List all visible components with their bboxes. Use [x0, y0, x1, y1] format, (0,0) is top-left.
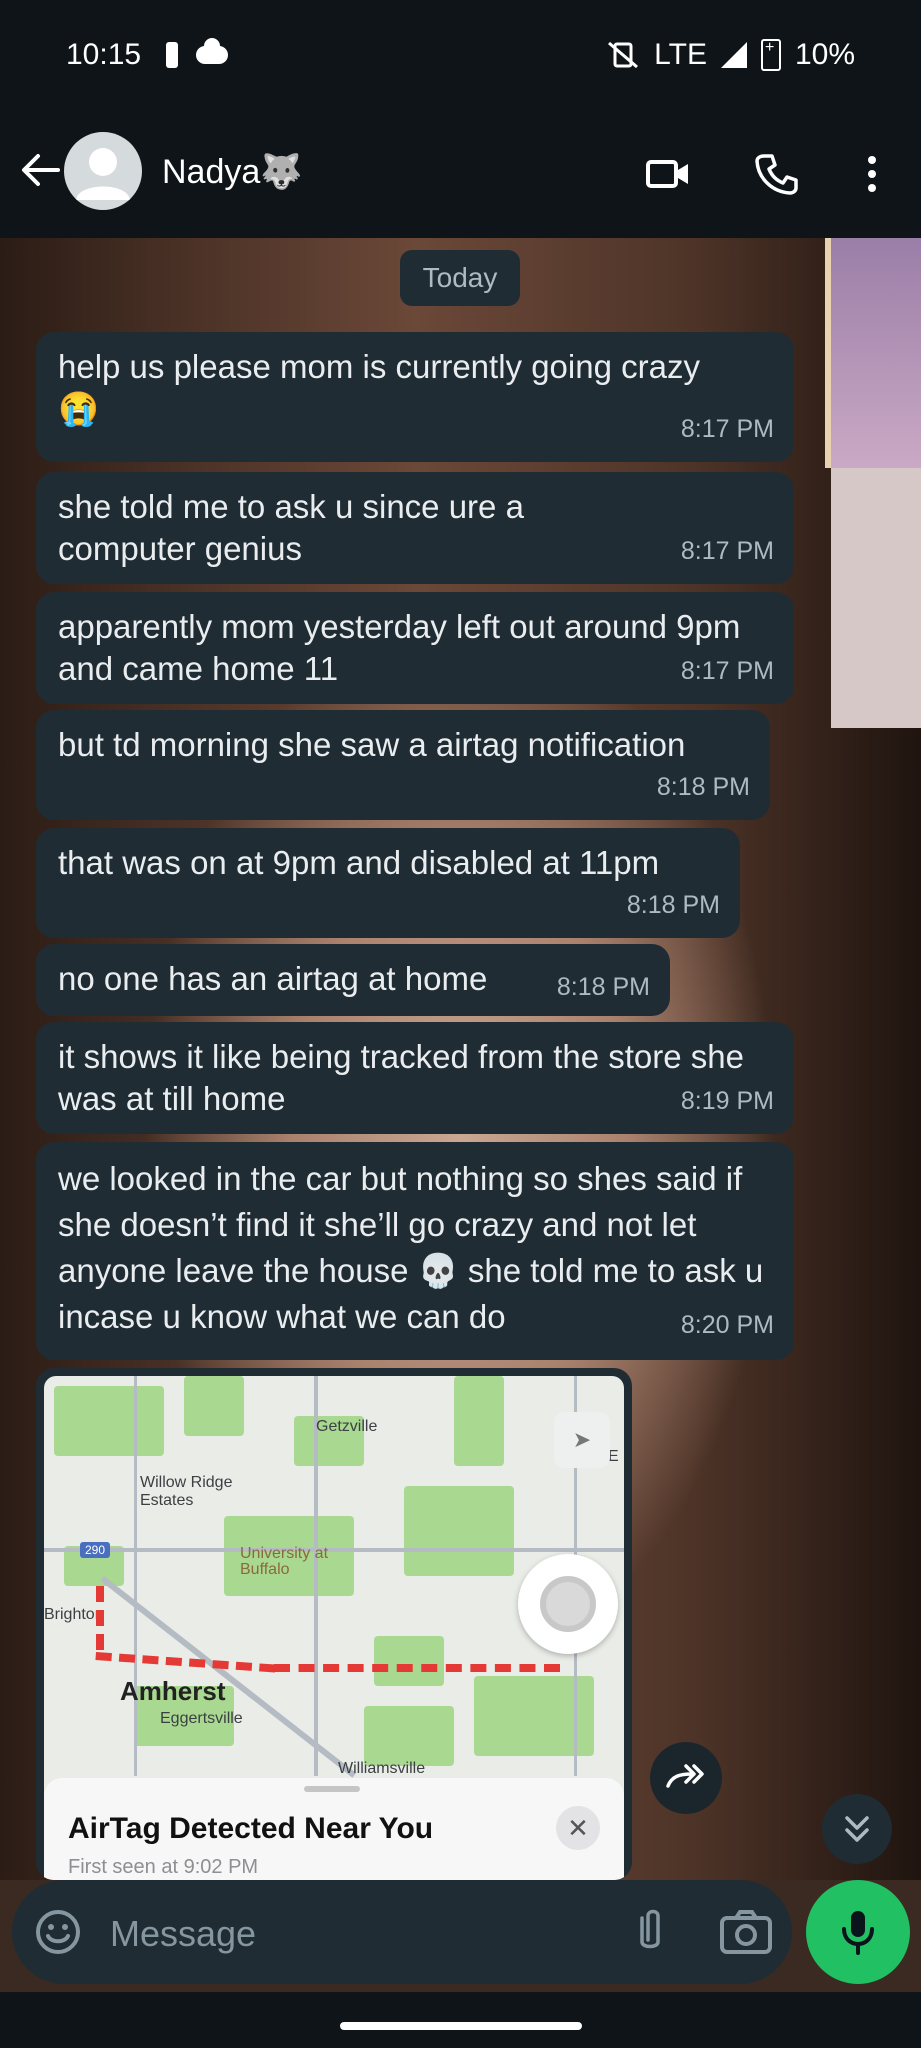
map-park — [404, 1486, 514, 1576]
message-time: 8:17 PM — [680, 657, 774, 685]
message-text-block: we looked in the car but nothing so shes… — [58, 1156, 772, 1340]
map-park — [454, 1376, 504, 1466]
map-road — [44, 1548, 624, 1552]
forward-button[interactable] — [650, 1742, 722, 1814]
map-park — [374, 1636, 444, 1686]
double-chevron-down-icon — [845, 1816, 869, 1842]
emoji-icon[interactable] — [34, 1908, 82, 1956]
status-time: 10:15 — [66, 38, 142, 71]
microphone-icon — [842, 1911, 874, 1955]
message-time: 8:18 PM — [626, 891, 720, 919]
chat-header: Nadya🐺 — [0, 110, 921, 238]
map-road — [134, 1376, 137, 1776]
status-bar: 10:15 LTE 10% — [0, 0, 921, 110]
message-text: but td morning she saw a airtag notifica… — [58, 726, 686, 763]
contact-name[interactable]: Nadya🐺 — [162, 152, 303, 192]
battery-icon — [760, 39, 781, 71]
avatar[interactable] — [64, 132, 142, 210]
more-options-icon[interactable] — [852, 150, 900, 198]
map-label-willow-ridge: Willow Ridge Estates — [140, 1474, 233, 1509]
sheet-subtitle: First seen at 9:02 PM — [68, 1856, 259, 1878]
location-arrow-icon: ➤ — [554, 1412, 610, 1468]
camera-icon[interactable] — [716, 1904, 776, 1960]
status-right-icons: LTE 10% — [606, 38, 855, 72]
wallpaper-wall — [831, 468, 921, 728]
message-bubble[interactable]: we looked in the car but nothing so shes… — [36, 1142, 794, 1360]
airtag-route-segment — [274, 1664, 560, 1672]
map-label-williamsville: Williamsville — [338, 1760, 426, 1777]
airtag-route-segment — [95, 1652, 276, 1673]
map-label-university: University at Buffalo — [240, 1545, 329, 1578]
message-time: 8:19 PM — [680, 1087, 774, 1115]
forward-icon — [666, 1764, 704, 1788]
skull-emoji: 💀 — [417, 1252, 459, 1289]
map-label-brighton: Brighton — [44, 1606, 104, 1623]
close-icon: ✕ — [556, 1806, 600, 1850]
message-composer — [12, 1880, 792, 1984]
message-text: apparently mom yesterday left out around… — [58, 608, 741, 687]
message-bubble[interactable]: it shows it like being tracked from the … — [36, 1022, 794, 1134]
map-park — [364, 1706, 454, 1766]
message-bubble[interactable]: no one has an airtag at home 8:18 PM — [36, 944, 670, 1016]
back-arrow-icon[interactable] — [18, 148, 62, 192]
wallpaper-photo-detail — [825, 238, 921, 468]
map-park — [184, 1376, 244, 1436]
airtag-alert-sheet: AirTag Detected Near You First seen at 9… — [44, 1778, 624, 1880]
vibrate-off-icon — [608, 41, 639, 69]
message-bubble[interactable]: but td morning she saw a airtag notifica… — [36, 710, 770, 820]
message-input[interactable] — [108, 1908, 572, 1960]
map-label-eggertsville: Eggertsville — [160, 1710, 243, 1727]
message-text: it shows it like being tracked from the … — [58, 1038, 744, 1117]
map-label-amherst: Amherst — [120, 1676, 226, 1706]
map-park — [54, 1386, 164, 1456]
message-time: 8:20 PM — [680, 1311, 774, 1339]
message-bubble[interactable]: that was on at 9pm and disabled at 11pm … — [36, 828, 740, 938]
system-navigation-bar — [0, 1992, 921, 2048]
scroll-to-bottom-button[interactable] — [822, 1794, 892, 1864]
highway-shield: 290 — [80, 1542, 111, 1558]
sheet-title: AirTag Detected Near You — [68, 1812, 434, 1845]
cloud-icon — [196, 38, 228, 64]
message-time: 8:18 PM — [656, 773, 750, 801]
voice-message-button[interactable] — [806, 1880, 910, 1984]
airtag-pin-icon — [518, 1554, 618, 1654]
voice-call-icon[interactable] — [752, 150, 800, 198]
message-time: 8:17 PM — [680, 415, 774, 443]
airtag-route-segment — [96, 1586, 104, 1650]
message-text: help us please mom is currently going cr… — [58, 348, 700, 385]
message-bubble[interactable]: help us please mom is currently going cr… — [36, 332, 794, 462]
message-time: 8:18 PM — [556, 973, 650, 1001]
home-gesture-handle[interactable] — [340, 2022, 582, 2030]
message-text: she told me to ask u since ure a compute… — [58, 488, 524, 567]
message-time: 8:17 PM — [680, 537, 774, 565]
status-left-icons — [166, 38, 228, 68]
message-bubble[interactable]: she told me to ask u since ure a compute… — [36, 472, 794, 584]
date-chip: Today — [400, 250, 520, 306]
battery-percent: 10% — [794, 38, 855, 71]
message-bubble[interactable]: apparently mom yesterday left out around… — [36, 592, 794, 704]
default-avatar-icon — [76, 148, 130, 200]
network-type: LTE — [654, 38, 707, 71]
map-label-getzville: Getzville — [316, 1418, 378, 1435]
image-message[interactable]: Getzville Willow Ridge Estates Universit… — [36, 1368, 632, 1880]
attachment-icon[interactable] — [622, 1904, 678, 1960]
video-call-icon[interactable] — [644, 150, 692, 198]
signal-icon — [720, 42, 747, 68]
crying-face-emoji: 😭 — [58, 390, 100, 427]
airtag-map-image[interactable]: Getzville Willow Ridge Estates Universit… — [44, 1376, 624, 1880]
message-text: that was on at 9pm and disabled at 11pm — [58, 844, 660, 881]
battery-saver-icon — [166, 42, 178, 68]
chat-area[interactable]: Today help us please mom is currently go… — [0, 238, 921, 1880]
sheet-grabber — [304, 1786, 360, 1792]
